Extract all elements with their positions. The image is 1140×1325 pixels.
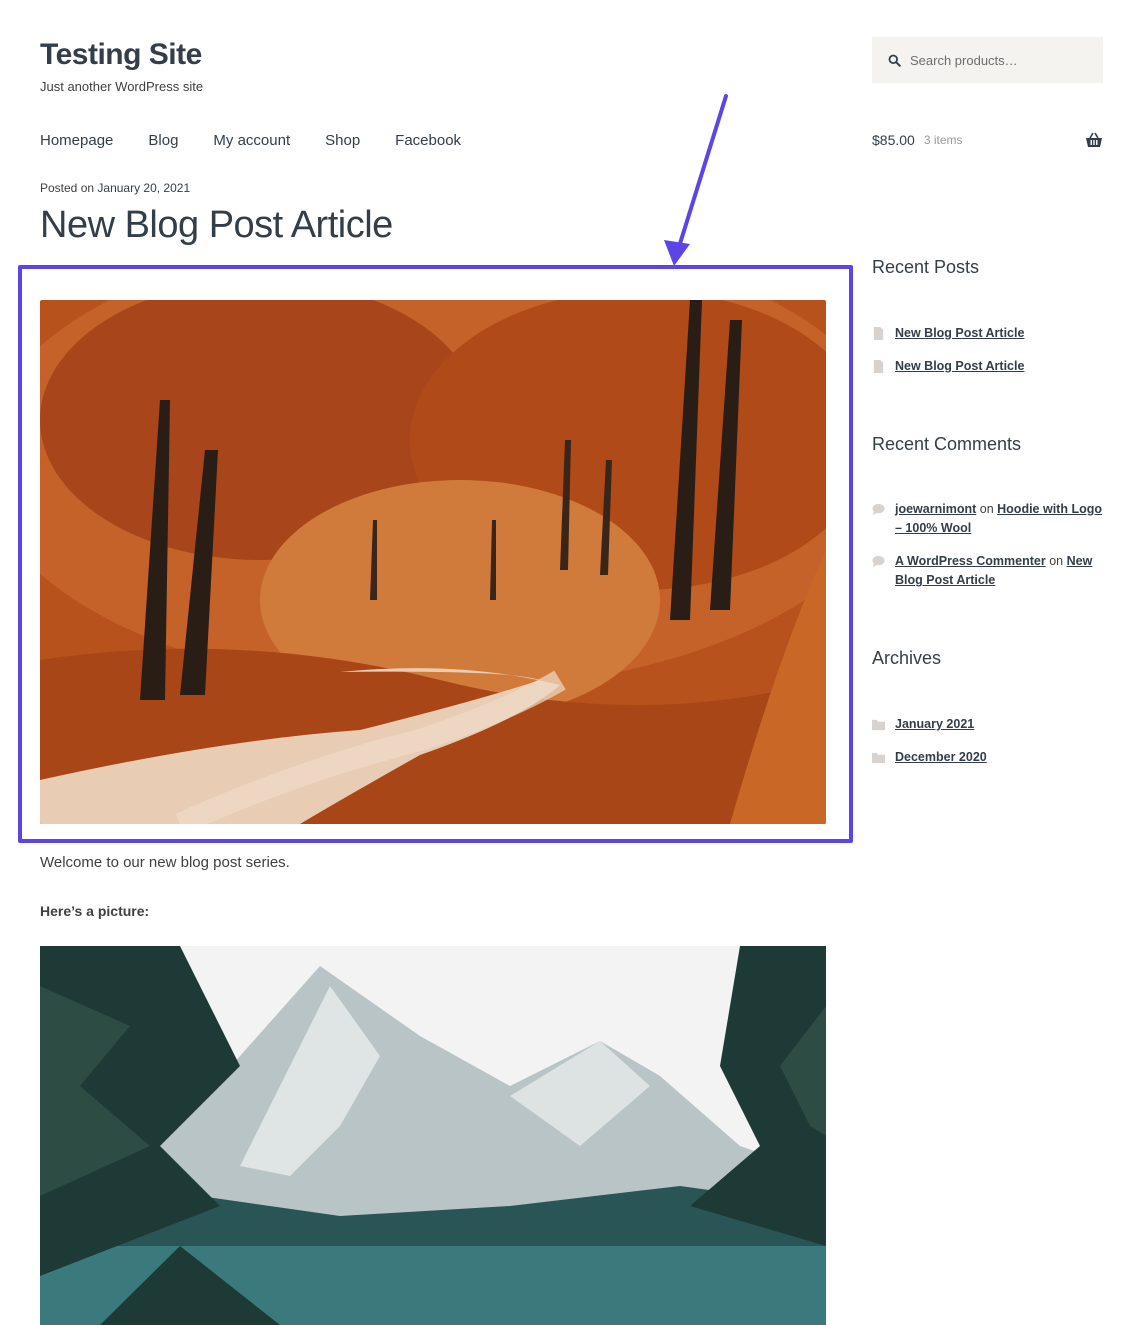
content-image-mountain-lake: [40, 946, 826, 1325]
widget-title-recent-posts: Recent Posts: [872, 257, 980, 277]
recent-comments-list: joewarnimont on Hoodie with Logo – 100% …: [872, 500, 1103, 604]
search-input[interactable]: [910, 52, 1090, 68]
archive-link[interactable]: December 2020: [895, 750, 987, 764]
header-cart[interactable]: $85.00 3 items: [872, 132, 1103, 148]
recent-posts-list: New Blog Post Article New Blog Post Arti…: [872, 324, 1103, 390]
list-item: New Blog Post Article: [872, 324, 1103, 343]
widget-title-archives: Archives: [872, 648, 942, 668]
primary-nav: Homepage Blog My account Shop Facebook: [40, 132, 496, 149]
post-title: New Blog Post Article: [40, 204, 393, 246]
nav-item-facebook[interactable]: Facebook: [395, 132, 461, 149]
recent-post-link[interactable]: New Blog Post Article: [895, 359, 1024, 373]
posted-on-label: Posted on: [40, 181, 95, 195]
post-intro: Welcome to our new blog post series.: [40, 854, 290, 871]
site-description: Just another WordPress site: [40, 79, 204, 94]
post-date-link[interactable]: January 20, 2021: [97, 181, 190, 195]
comment-bubble-icon: [872, 555, 885, 568]
nav-item-homepage[interactable]: Homepage: [40, 132, 113, 149]
list-item: January 2021: [872, 715, 1103, 734]
recent-post-link[interactable]: New Blog Post Article: [895, 326, 1024, 340]
document-icon: [873, 327, 884, 340]
folder-icon: [872, 719, 885, 731]
list-item: New Blog Post Article: [872, 357, 1103, 376]
basket-icon[interactable]: [1085, 132, 1103, 148]
list-item: December 2020: [872, 748, 1103, 767]
cart-amount[interactable]: $85.00: [872, 132, 915, 148]
list-item: joewarnimont on Hoodie with Logo – 100% …: [872, 500, 1103, 538]
search-box[interactable]: [872, 37, 1103, 83]
search-icon: [888, 54, 901, 67]
comment-author-link[interactable]: A WordPress Commenter: [895, 554, 1046, 568]
post-meta: Posted on January 20, 2021: [40, 181, 190, 195]
nav-item-my-account[interactable]: My account: [213, 132, 290, 149]
image-highlight-box: [18, 265, 853, 843]
nav-item-shop[interactable]: Shop: [325, 132, 360, 149]
archives-list: January 2021 December 2020: [872, 715, 1103, 781]
comment-author-link[interactable]: joewarnimont: [895, 502, 976, 516]
comment-on-label: on: [1049, 554, 1064, 568]
nav-item-blog[interactable]: Blog: [148, 132, 178, 149]
comment-bubble-icon: [872, 503, 885, 516]
list-item: A WordPress Commenter on New Blog Post A…: [872, 552, 1103, 590]
document-icon: [873, 360, 884, 373]
site-title[interactable]: Testing Site: [40, 38, 202, 72]
archive-link[interactable]: January 2021: [895, 717, 974, 731]
folder-icon: [872, 752, 885, 764]
cart-count[interactable]: 3 items: [924, 133, 963, 147]
widget-title-recent-comments: Recent Comments: [872, 434, 1022, 454]
comment-on-label: on: [979, 502, 994, 516]
annotation-arrow: [664, 94, 728, 266]
picture-label: Here’s a picture:: [40, 903, 150, 919]
